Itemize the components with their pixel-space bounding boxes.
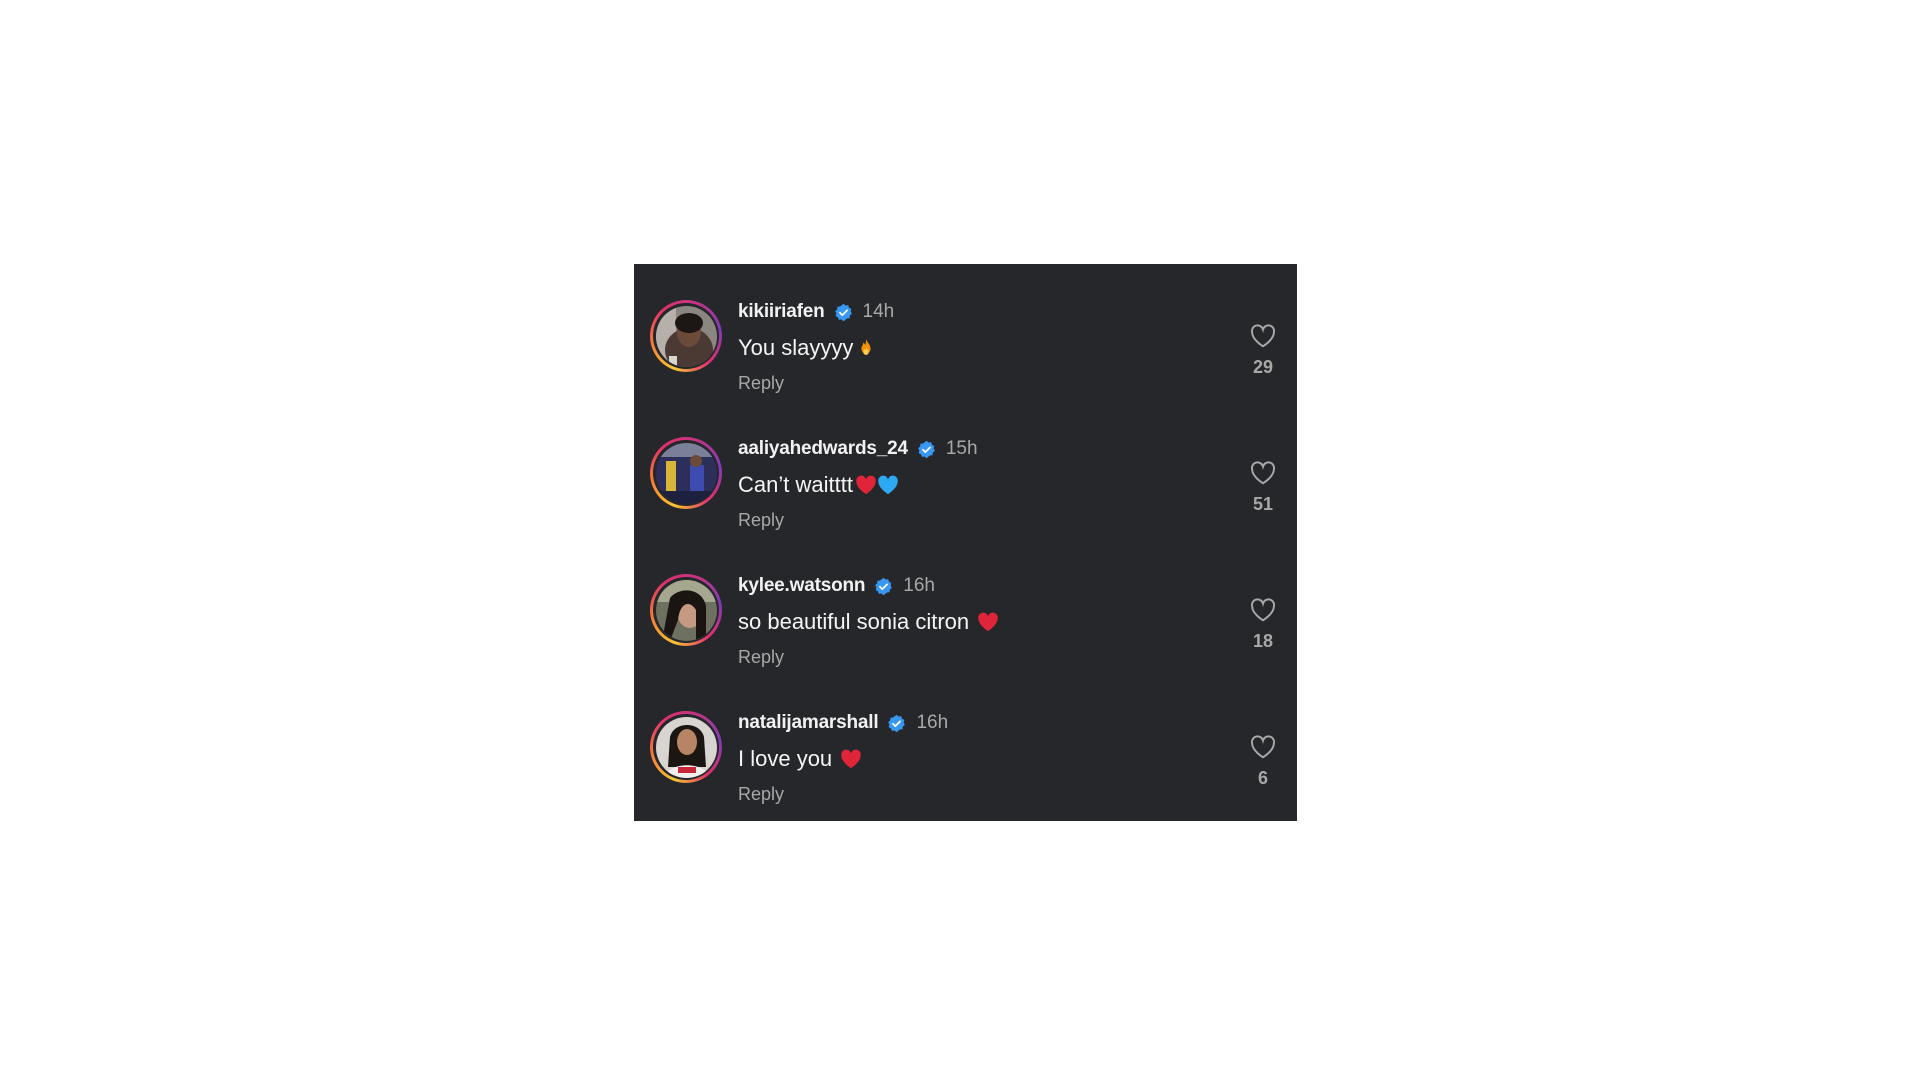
comment-item: kylee.watsonn 16h so beautiful sonia cit… — [634, 574, 1297, 711]
like-heart-icon[interactable] — [1250, 598, 1276, 622]
story-ring[interactable] — [650, 711, 722, 783]
comment-item: natalijamarshall 16h I love you Reply 6 — [634, 711, 1297, 848]
timestamp: 16h — [903, 575, 935, 596]
comment-text: so beautiful sonia citron — [738, 608, 1217, 636]
avatar — [655, 442, 717, 504]
story-ring[interactable] — [650, 300, 722, 372]
comment-text: Can’t waitttt — [738, 471, 1217, 499]
reply-button[interactable]: Reply — [738, 510, 784, 531]
timestamp: 15h — [945, 438, 978, 459]
username[interactable]: aaliyahedwards_24 — [738, 438, 908, 460]
like-count: 6 — [1257, 768, 1268, 788]
avatar — [655, 305, 717, 367]
blue-heart-emoji-icon — [878, 475, 898, 495]
like-heart-icon[interactable] — [1250, 735, 1276, 759]
fire-emoji-icon — [861, 338, 871, 355]
verified-badge-icon — [917, 440, 935, 458]
username[interactable]: kylee.watsonn — [738, 575, 865, 597]
reply-button[interactable]: Reply — [738, 647, 784, 668]
like-heart-icon[interactable] — [1250, 324, 1276, 348]
timestamp: 14h — [862, 301, 895, 322]
verified-badge-icon — [834, 303, 852, 321]
comment-item: aaliyahedwards_24 15h Can’t waitttt Repl… — [634, 437, 1297, 574]
comment-text: I love you — [738, 745, 1217, 773]
username[interactable]: kikiiriafen — [738, 301, 825, 323]
reply-button[interactable]: Reply — [738, 784, 784, 805]
red-heart-emoji-icon — [856, 475, 876, 495]
story-ring[interactable] — [650, 574, 722, 646]
comment-item: kikiiriafen 14h You slayyyy Reply 29 — [634, 300, 1297, 437]
like-count: 18 — [1252, 631, 1274, 651]
timestamp: 16h — [916, 712, 949, 733]
verified-badge-icon — [875, 577, 893, 595]
reply-button[interactable]: Reply — [738, 373, 784, 394]
comments-panel: kikiiriafen 14h You slayyyy Reply 29 aal… — [634, 264, 1297, 821]
avatar — [655, 579, 717, 641]
verified-badge-icon — [888, 714, 906, 732]
red-heart-emoji-icon — [978, 612, 999, 632]
like-count: 51 — [1252, 494, 1274, 514]
username[interactable]: natalijamarshall — [738, 712, 879, 734]
avatar — [655, 716, 717, 778]
story-ring[interactable] — [650, 437, 722, 509]
comment-text: You slayyyy — [738, 334, 1217, 362]
like-count: 29 — [1252, 357, 1274, 377]
red-heart-emoji-icon — [841, 749, 862, 769]
like-heart-icon[interactable] — [1250, 461, 1276, 485]
